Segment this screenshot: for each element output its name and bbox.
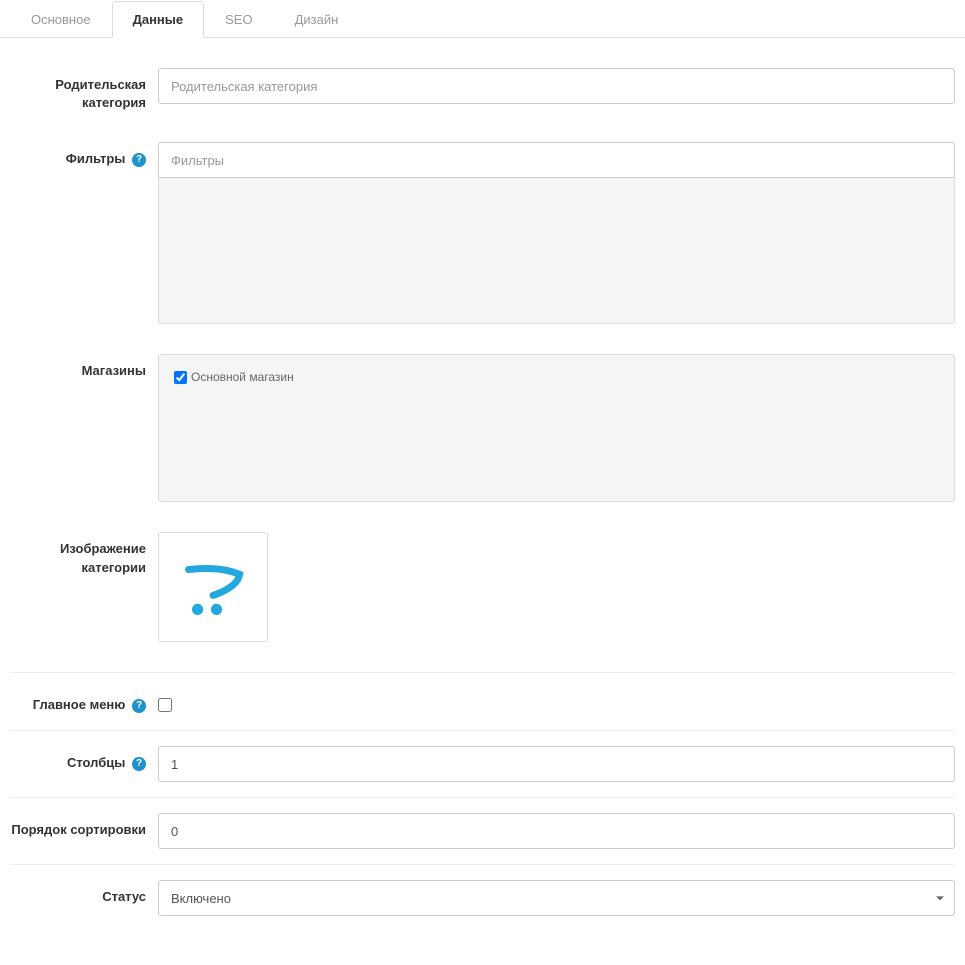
label-stores: Магазины — [10, 354, 158, 502]
sort-order-input[interactable] — [158, 813, 955, 849]
label-filters: Фильтры ? — [10, 142, 158, 324]
main-menu-checkbox[interactable] — [158, 698, 172, 712]
category-image-picker[interactable] — [158, 532, 268, 642]
help-icon[interactable]: ? — [132, 757, 146, 771]
label-status: Статус — [10, 880, 158, 916]
cart-icon — [178, 552, 248, 622]
parent-category-input[interactable] — [158, 68, 955, 104]
tab-data[interactable]: Данные — [112, 1, 205, 38]
row-status: Статус Включено — [10, 864, 955, 916]
row-columns: Столбцы ? — [10, 730, 955, 782]
form-container: Родительская категория Фильтры ? Магазин… — [0, 38, 965, 916]
label-sort-order: Порядок сортировки — [10, 813, 158, 849]
label-parent-category: Родительская категория — [10, 68, 158, 112]
label-category-image: Изображение категории — [10, 532, 158, 642]
label-main-menu: Главное меню ? — [10, 688, 158, 715]
tab-general[interactable]: Основное — [10, 1, 112, 38]
row-filters: Фильтры ? — [10, 142, 955, 324]
row-sort-order: Порядок сортировки — [10, 797, 955, 849]
row-main-menu: Главное меню ? — [10, 672, 955, 715]
stores-panel: Основной магазин — [158, 354, 955, 502]
store-main-label: Основной магазин — [191, 370, 294, 384]
row-category-image: Изображение категории — [10, 532, 955, 642]
status-select[interactable]: Включено — [158, 880, 955, 916]
help-icon[interactable]: ? — [132, 153, 146, 167]
filters-panel[interactable] — [158, 176, 955, 324]
row-parent-category: Родительская категория — [10, 68, 955, 112]
help-icon[interactable]: ? — [132, 699, 146, 713]
tab-design[interactable]: Дизайн — [274, 1, 360, 38]
tab-seo[interactable]: SEO — [204, 1, 273, 38]
store-main-checkbox[interactable] — [174, 371, 187, 384]
columns-input[interactable] — [158, 746, 955, 782]
store-main-row[interactable]: Основной магазин — [174, 370, 939, 384]
row-stores: Магазины Основной магазин — [10, 354, 955, 502]
filters-input[interactable] — [158, 142, 955, 178]
label-columns: Столбцы ? — [10, 746, 158, 782]
tabs-nav: Основное Данные SEO Дизайн — [0, 0, 965, 38]
